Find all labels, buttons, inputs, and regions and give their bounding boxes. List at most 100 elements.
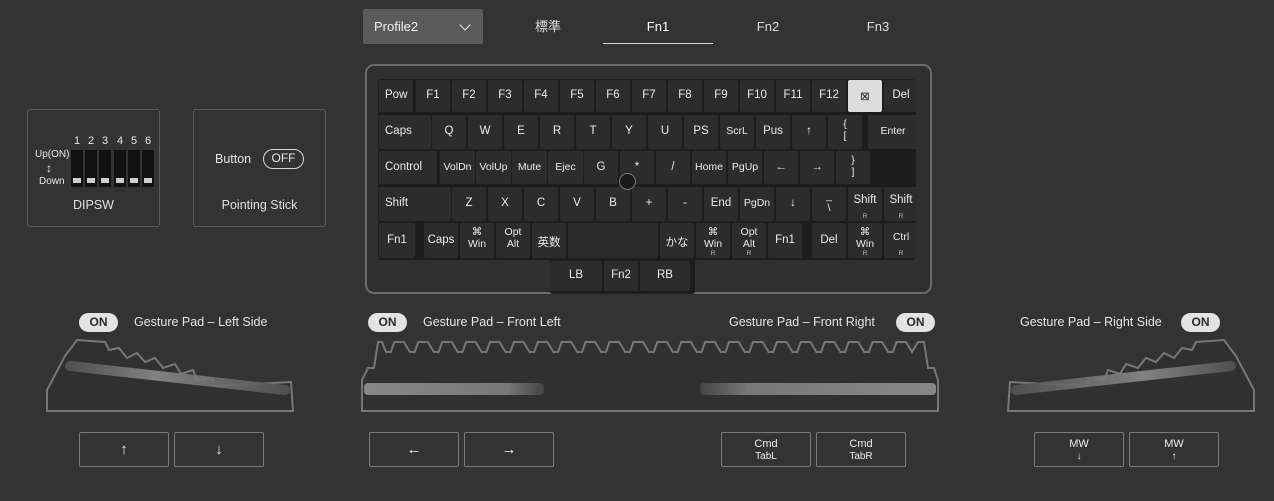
dipsw-switch-3[interactable] (99, 150, 111, 187)
dipsw-knob (101, 178, 109, 183)
key-row3-9[interactable]: Home (692, 151, 726, 184)
key-row5-7[interactable]: かな (660, 223, 694, 258)
key-row5-3[interactable]: ⌘ Win (460, 223, 494, 258)
key-row3-2[interactable]: VolDn (440, 151, 475, 184)
key-label: ← (775, 160, 787, 173)
front-right-toggle[interactable]: ON (896, 313, 935, 332)
key-row2-2[interactable]: Q (432, 115, 466, 149)
key-row5-11[interactable]: Del (812, 223, 846, 258)
dipsw-switch-5[interactable] (128, 150, 140, 187)
profile-select[interactable]: Profile2 (363, 9, 483, 44)
key-row5-12[interactable]: ⌘ Win R (848, 223, 882, 258)
key-row4-4[interactable]: C (524, 187, 558, 221)
key-row4-1[interactable]: Shift (379, 187, 451, 221)
key-row5-9[interactable]: Opt Alt R (732, 223, 766, 258)
key-row1-3[interactable]: F2 (452, 80, 486, 112)
key-row3-6[interactable]: G (584, 151, 618, 184)
key-row5-10[interactable]: Fn1 (768, 223, 802, 258)
key-row4-8[interactable]: - (668, 187, 702, 221)
key-row1-11[interactable]: F10 (740, 80, 774, 112)
key-row3-3[interactable]: VolUp (476, 151, 511, 184)
dipsw-switch-2[interactable] (85, 150, 97, 187)
key-row3-8[interactable]: / (656, 151, 690, 184)
key-row1-12[interactable]: F11 (776, 80, 810, 112)
key-thumb-3[interactable]: RB (640, 261, 690, 291)
key-row4-9[interactable]: End (704, 187, 738, 221)
key-row5-6[interactable] (568, 223, 658, 258)
key-row5-4[interactable]: Opt Alt (496, 223, 530, 258)
key-row2-11[interactable]: Pus (756, 115, 790, 149)
key-row1-6[interactable]: F5 (560, 80, 594, 112)
key-row5-13[interactable]: Ctrl R (884, 223, 918, 258)
key-row2-5[interactable]: R (540, 115, 574, 149)
key-row2-7[interactable]: Y (612, 115, 646, 149)
key-row5-2[interactable]: Caps (424, 223, 458, 258)
front-right-tabl-button[interactable]: Cmd TabL (721, 432, 811, 467)
key-row2-13[interactable]: { [ (828, 115, 862, 149)
key-row4-12[interactable]: _ \ (812, 187, 846, 221)
right-side-mw-down-button[interactable]: MW ↓ (1034, 432, 1124, 467)
key-row3-1[interactable]: Control (379, 151, 437, 184)
left-side-down-button[interactable]: ↓ (174, 432, 264, 467)
key-thumb-2[interactable]: Fn2 (604, 261, 638, 291)
key-row1-9[interactable]: F8 (668, 80, 702, 112)
key-row1-10[interactable]: F9 (704, 80, 738, 112)
key-row4-3[interactable]: X (488, 187, 522, 221)
key-row1-7[interactable]: F6 (596, 80, 630, 112)
key-row1-13[interactable]: F12 (812, 80, 846, 112)
key-row3-10[interactable]: PgUp (728, 151, 762, 184)
tab-standard[interactable]: 標準 (493, 10, 603, 44)
key-row3-4[interactable]: Mute (512, 151, 547, 184)
dipsw-switch-1[interactable] (71, 150, 83, 187)
key-row4-13[interactable]: Shift R (848, 187, 882, 221)
key-row4-11[interactable]: ↓ (776, 187, 810, 221)
key-row2-10[interactable]: ScrL (720, 115, 754, 149)
key-row2-4[interactable]: E (504, 115, 538, 149)
profile-select-value: Profile2 (374, 19, 419, 34)
key-row4-14[interactable]: Shift R (884, 187, 918, 221)
front-left-right-button[interactable]: → (464, 432, 554, 467)
key-row1-5[interactable]: F4 (524, 80, 558, 112)
key-row2-6[interactable]: T (576, 115, 610, 149)
key-row4-7[interactable]: + (632, 187, 666, 221)
key-row4-5[interactable]: V (560, 187, 594, 221)
tab-fn3[interactable]: Fn3 (823, 10, 933, 44)
key-thumb-1[interactable]: LB (550, 261, 602, 291)
front-left-toggle[interactable]: ON (368, 313, 407, 332)
key-row1-14[interactable]: ⊠ (848, 80, 882, 112)
pointing-stick-button-toggle[interactable]: OFF (263, 149, 304, 169)
key-row3-11[interactable]: ← (764, 151, 798, 184)
key-row5-1[interactable]: Fn1 (379, 223, 415, 258)
key-row4-2[interactable]: Z (452, 187, 486, 221)
key-row2-3[interactable]: W (468, 115, 502, 149)
key-row1-15[interactable]: Del (884, 80, 918, 112)
key-row3-5[interactable]: Ejec (548, 151, 583, 184)
key-row1-2[interactable]: F1 (416, 80, 450, 112)
key-row1-8[interactable]: F7 (632, 80, 666, 112)
right-side-mw-up-button[interactable]: MW ↑ (1129, 432, 1219, 467)
tab-fn2[interactable]: Fn2 (713, 10, 823, 44)
key-row4-10[interactable]: PgDn (740, 187, 774, 221)
key-row5-8[interactable]: ⌘ Win R (696, 223, 730, 258)
chevron-down-icon (459, 19, 471, 31)
dipsw-switch-6[interactable] (142, 150, 154, 187)
right-side-toggle[interactable]: ON (1181, 313, 1220, 332)
key-row3-13[interactable]: } ] (836, 151, 870, 184)
front-right-tabr-button[interactable]: Cmd TabR (816, 432, 906, 467)
key-row3-12[interactable]: → (800, 151, 834, 184)
key-row5-5[interactable]: 英数 (532, 223, 566, 258)
dipsw-switch-4[interactable] (114, 150, 126, 187)
key-label: Y (625, 125, 633, 137)
left-side-toggle[interactable]: ON (79, 313, 118, 332)
key-row4-6[interactable]: B (596, 187, 630, 221)
key-row2-8[interactable]: U (648, 115, 682, 149)
left-side-up-button[interactable]: ↑ (79, 432, 169, 467)
key-row1-1[interactable]: Pow (379, 80, 413, 112)
key-row2-1[interactable]: Caps (379, 115, 431, 149)
key-row1-4[interactable]: F3 (488, 80, 522, 112)
key-row2-14[interactable]: Enter (868, 115, 918, 149)
key-row2-12[interactable]: ↑ (792, 115, 826, 149)
tab-fn1[interactable]: Fn1 (603, 10, 713, 44)
key-row2-9[interactable]: PS (684, 115, 718, 149)
front-left-left-button[interactable]: ← (369, 432, 459, 467)
